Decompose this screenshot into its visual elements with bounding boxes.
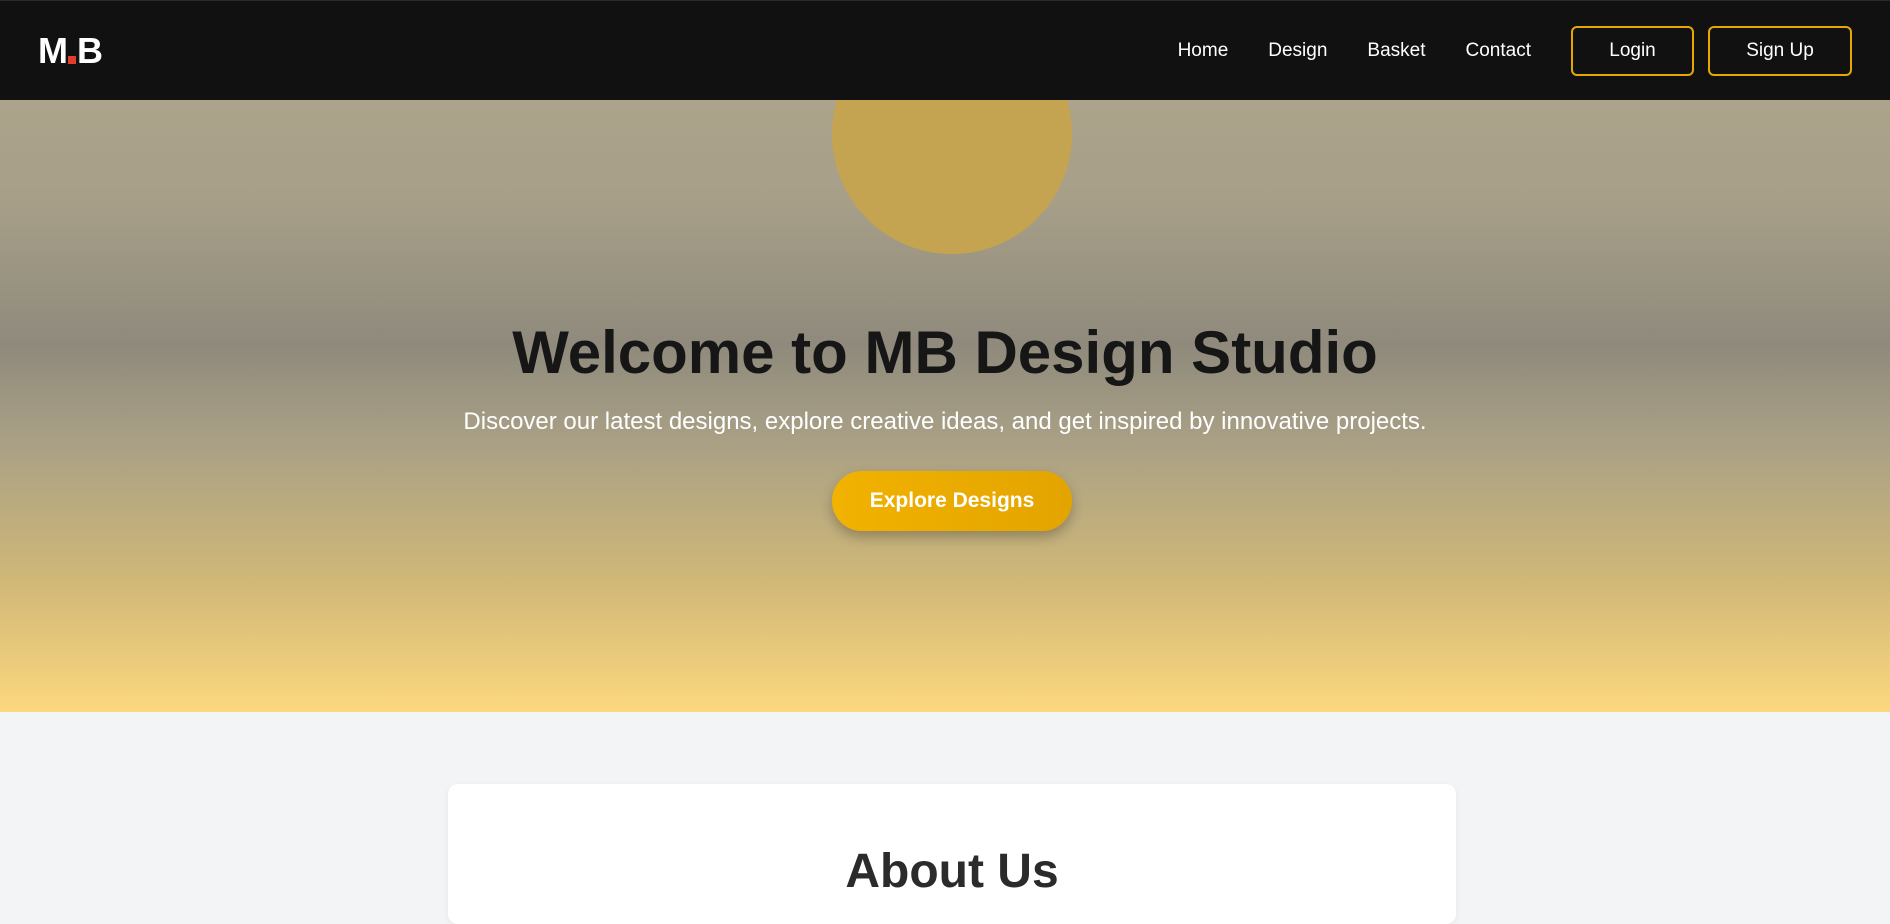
hero-section: Welcome to MB Design Studio Discover our… — [0, 100, 1890, 712]
nav-link-home[interactable]: Home — [1178, 40, 1229, 62]
top-navbar: M B Home Design Basket Contact Login Sig… — [0, 0, 1890, 100]
about-title: About Us — [845, 845, 1059, 898]
hero-subtitle: Discover our latest designs, explore cre… — [463, 408, 1427, 435]
signup-button[interactable]: Sign Up — [1708, 25, 1852, 76]
logo-letter-b: B — [77, 29, 103, 71]
nav-link-design[interactable]: Design — [1268, 40, 1327, 62]
nav-link-contact[interactable]: Contact — [1466, 40, 1531, 62]
about-card: About Us — [448, 784, 1456, 924]
main-nav: Home Design Basket Contact Login Sign Up — [1178, 25, 1852, 76]
mb-logo[interactable]: M B — [38, 29, 103, 73]
explore-designs-button[interactable]: Explore Designs — [832, 471, 1072, 531]
login-button[interactable]: Login — [1571, 25, 1694, 76]
logo-red-dot — [68, 55, 76, 64]
nav-link-basket[interactable]: Basket — [1367, 40, 1425, 62]
decorative-circle — [832, 100, 1072, 254]
logo-letter-m: M — [38, 29, 68, 71]
hero-title: Welcome to MB Design Studio — [512, 319, 1378, 386]
